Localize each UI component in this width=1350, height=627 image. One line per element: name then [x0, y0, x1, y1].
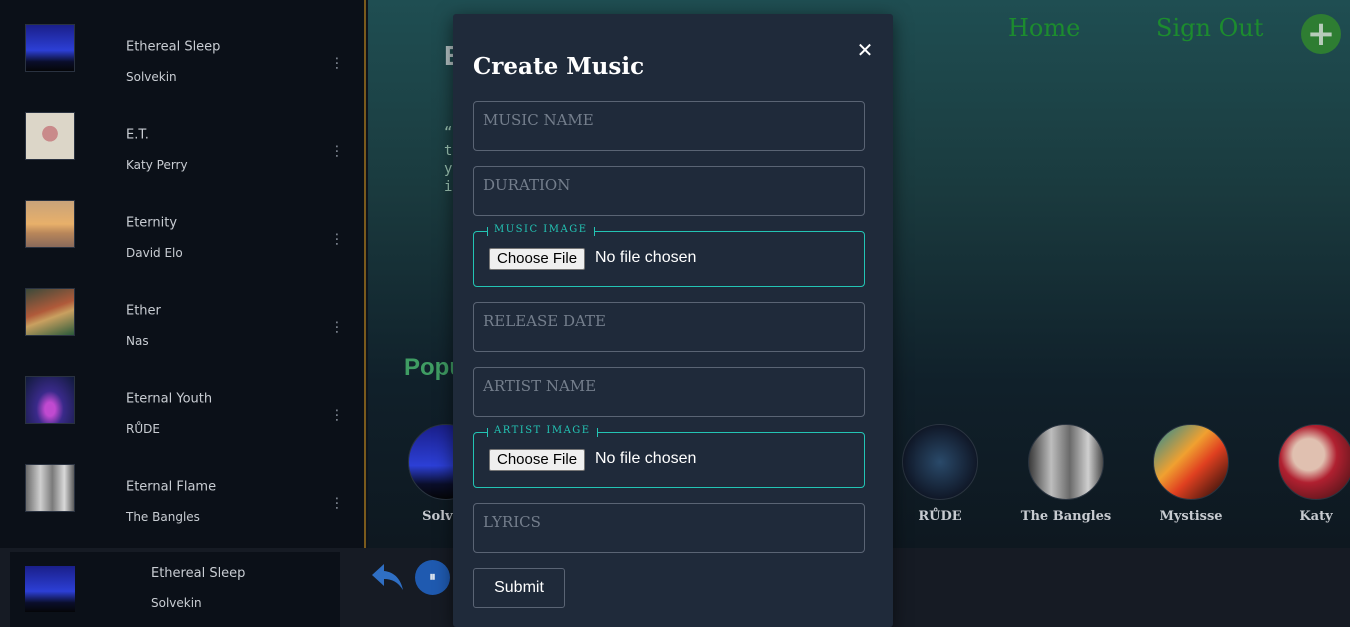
song-list-item[interactable]: Eternity David Elo ⋮	[0, 176, 364, 264]
more-options-icon[interactable]: ⋮	[330, 145, 344, 159]
song-title: E.T.	[126, 127, 149, 143]
song-cover-image	[25, 200, 75, 248]
nav-sign-out-link[interactable]: Sign Out	[1156, 14, 1263, 42]
song-list-item[interactable]: Ether Nas ⋮	[0, 264, 364, 352]
artist-name: Katy	[1299, 509, 1333, 524]
song-list-item[interactable]: Eternal Flame The Bangles ⋮	[0, 440, 364, 528]
song-cover-image	[25, 112, 75, 160]
song-title: Eternity	[126, 215, 178, 231]
artist-name-placeholder: ARTIST NAME	[483, 377, 597, 395]
create-music-modal: Create Music ✕ MUSIC NAME DURATION MUSIC…	[453, 14, 893, 627]
more-options-icon[interactable]: ⋮	[330, 409, 344, 423]
song-artist: Nas	[126, 334, 149, 348]
song-artist: Solvekin	[126, 70, 177, 84]
music-image-legend: MUSIC IMAGE	[487, 224, 595, 236]
artist-name-field[interactable]: ARTIST NAME	[473, 367, 865, 417]
add-music-button[interactable]: +	[1301, 14, 1341, 54]
pause-button[interactable]: ⏸	[415, 560, 450, 595]
song-cover-image	[25, 376, 75, 424]
lyrics-field[interactable]: LYRICS	[473, 503, 865, 553]
submit-button[interactable]: Submit	[473, 568, 565, 608]
music-image-field: MUSIC IMAGE Choose File No file chosen	[473, 224, 865, 287]
now-playing-cover	[25, 566, 75, 612]
artist-name: The Bangles	[1020, 509, 1112, 524]
hero-quote: “ t y i	[444, 125, 453, 195]
song-title: Ether	[126, 303, 161, 319]
artist-image-file-status: No file chosen	[595, 450, 697, 467]
modal-title: Create Music	[473, 53, 645, 80]
song-title: Ethereal Sleep	[126, 39, 221, 55]
song-list-item[interactable]: Eternal Youth RŮDE ⋮	[0, 352, 364, 440]
music-name-field[interactable]: MUSIC NAME	[473, 101, 865, 151]
song-cover-image	[25, 464, 75, 512]
artist-card[interactable]: The Bangles	[1011, 424, 1121, 524]
now-playing-artist: Solvekin	[151, 596, 202, 610]
song-cover-image	[25, 288, 75, 336]
song-artist: The Bangles	[126, 510, 200, 524]
music-image-choose-file-button[interactable]: Choose File	[489, 248, 586, 270]
artist-avatar	[1028, 424, 1104, 500]
back-arrow-icon[interactable]	[370, 560, 406, 594]
artist-image-choose-file-button[interactable]: Choose File	[489, 449, 586, 471]
music-image-file-status: No file chosen	[595, 249, 697, 266]
nav-home-link[interactable]: Home	[1008, 14, 1080, 42]
song-cover-image	[25, 24, 75, 72]
artist-image-legend: ARTIST IMAGE	[487, 425, 598, 437]
artist-card[interactable]: RŮDE	[885, 424, 995, 524]
artist-avatar	[1153, 424, 1229, 500]
song-title: Eternal Flame	[126, 479, 217, 495]
artist-image-field: ARTIST IMAGE Choose File No file chosen	[473, 425, 865, 488]
song-artist: David Elo	[126, 246, 183, 260]
artist-avatar	[902, 424, 978, 500]
song-list-sidebar: Ethereal Sleep Solvekin ⋮ E.T. Katy Perr…	[0, 0, 366, 548]
artist-card[interactable]: Mystisse	[1136, 424, 1246, 524]
song-list-item[interactable]: Ethereal Sleep Solvekin ⋮	[0, 0, 364, 88]
duration-field[interactable]: DURATION	[473, 166, 865, 216]
song-title: Eternal Youth	[126, 391, 213, 407]
song-list-item[interactable]: E.T. Katy Perry ⋮	[0, 88, 364, 176]
close-icon[interactable]: ✕	[855, 38, 875, 62]
more-options-icon[interactable]: ⋮	[330, 233, 344, 247]
more-options-icon[interactable]: ⋮	[330, 497, 344, 511]
now-playing-title: Ethereal Sleep	[151, 566, 246, 581]
music-name-placeholder: MUSIC NAME	[483, 111, 594, 129]
artist-name: Mystisse	[1159, 509, 1223, 524]
release-date-placeholder: RELEASE DATE	[483, 312, 606, 330]
lyrics-placeholder: LYRICS	[483, 513, 541, 531]
song-artist: Katy Perry	[126, 158, 188, 172]
duration-placeholder: DURATION	[483, 176, 571, 194]
artist-name: RŮDE	[918, 509, 962, 524]
artist-avatar	[1278, 424, 1350, 500]
song-artist: RŮDE	[126, 422, 160, 436]
plus-icon: +	[1306, 14, 1336, 54]
more-options-icon[interactable]: ⋮	[330, 57, 344, 71]
artist-card[interactable]: Katy	[1261, 424, 1350, 524]
release-date-field[interactable]: RELEASE DATE	[473, 302, 865, 352]
now-playing[interactable]: Ethereal Sleep Solvekin	[10, 552, 340, 627]
more-options-icon[interactable]: ⋮	[330, 321, 344, 335]
pause-icon: ⏸	[429, 570, 436, 585]
